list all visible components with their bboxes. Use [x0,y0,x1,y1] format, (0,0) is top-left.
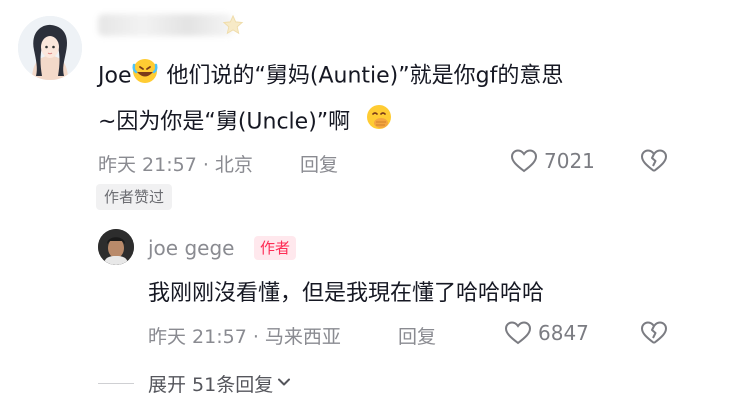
reply-avatar[interactable] [98,229,134,265]
comment-text-body-2: ~因为你是“舅(Uncle)”啊 [98,109,351,135]
expand-replies-label: 展开 51条回复 [148,374,274,396]
reply-dislike-button[interactable] [640,320,668,350]
chevron-down-icon [277,374,291,393]
heart-outline-icon [510,148,538,174]
comment-text-body-1: 他们说的“舅妈(Auntie)”就是你gf的意思 [159,63,564,89]
broken-heart-icon [641,321,667,344]
expand-replies-button[interactable]: 展开 51条回复 [148,370,291,397]
commenter-avatar[interactable] [18,16,82,80]
avatar-illustration [18,16,82,80]
broken-heart-icon [641,149,667,172]
star-icon [222,14,244,40]
comment-like-button[interactable]: 7021 [510,148,595,174]
reply-like-count: 6847 [538,321,589,345]
reply-username[interactable]: joe gege [148,236,234,260]
liked-by-author-badge: 作者赞过 [96,184,173,210]
reply-timestamp: 昨天 21:57 · 马来西亚 [148,326,341,348]
comment-text-line-2: ~因为你是“舅(Uncle)”啊 [98,103,393,142]
avatar-photo [98,229,134,265]
reply-reply-button[interactable]: 回复 [398,322,436,349]
comment-mention: Joe [98,63,132,89]
rofl-emoji [131,57,159,96]
commenter-username-blurred[interactable] [98,14,233,36]
comment-text-line-1: Joe 他们说的“舅妈(Auntie)”就是你gf的意思 [98,57,563,96]
comment-timestamp: 昨天 21:57 · 北京 [98,154,253,176]
reply-like-button[interactable]: 6847 [504,320,589,346]
comment-reply-button[interactable]: 回复 [300,150,338,177]
heart-outline-icon [504,320,532,346]
comment-like-count: 7021 [544,149,595,173]
expand-divider [98,383,134,384]
author-tag: 作者 [254,236,297,260]
reply-text: 我刚刚沒看懂，但是我現在懂了哈哈哈哈 [148,281,545,306]
hand-over-mouth-emoji [365,103,393,142]
comment-dislike-button[interactable] [640,148,668,178]
